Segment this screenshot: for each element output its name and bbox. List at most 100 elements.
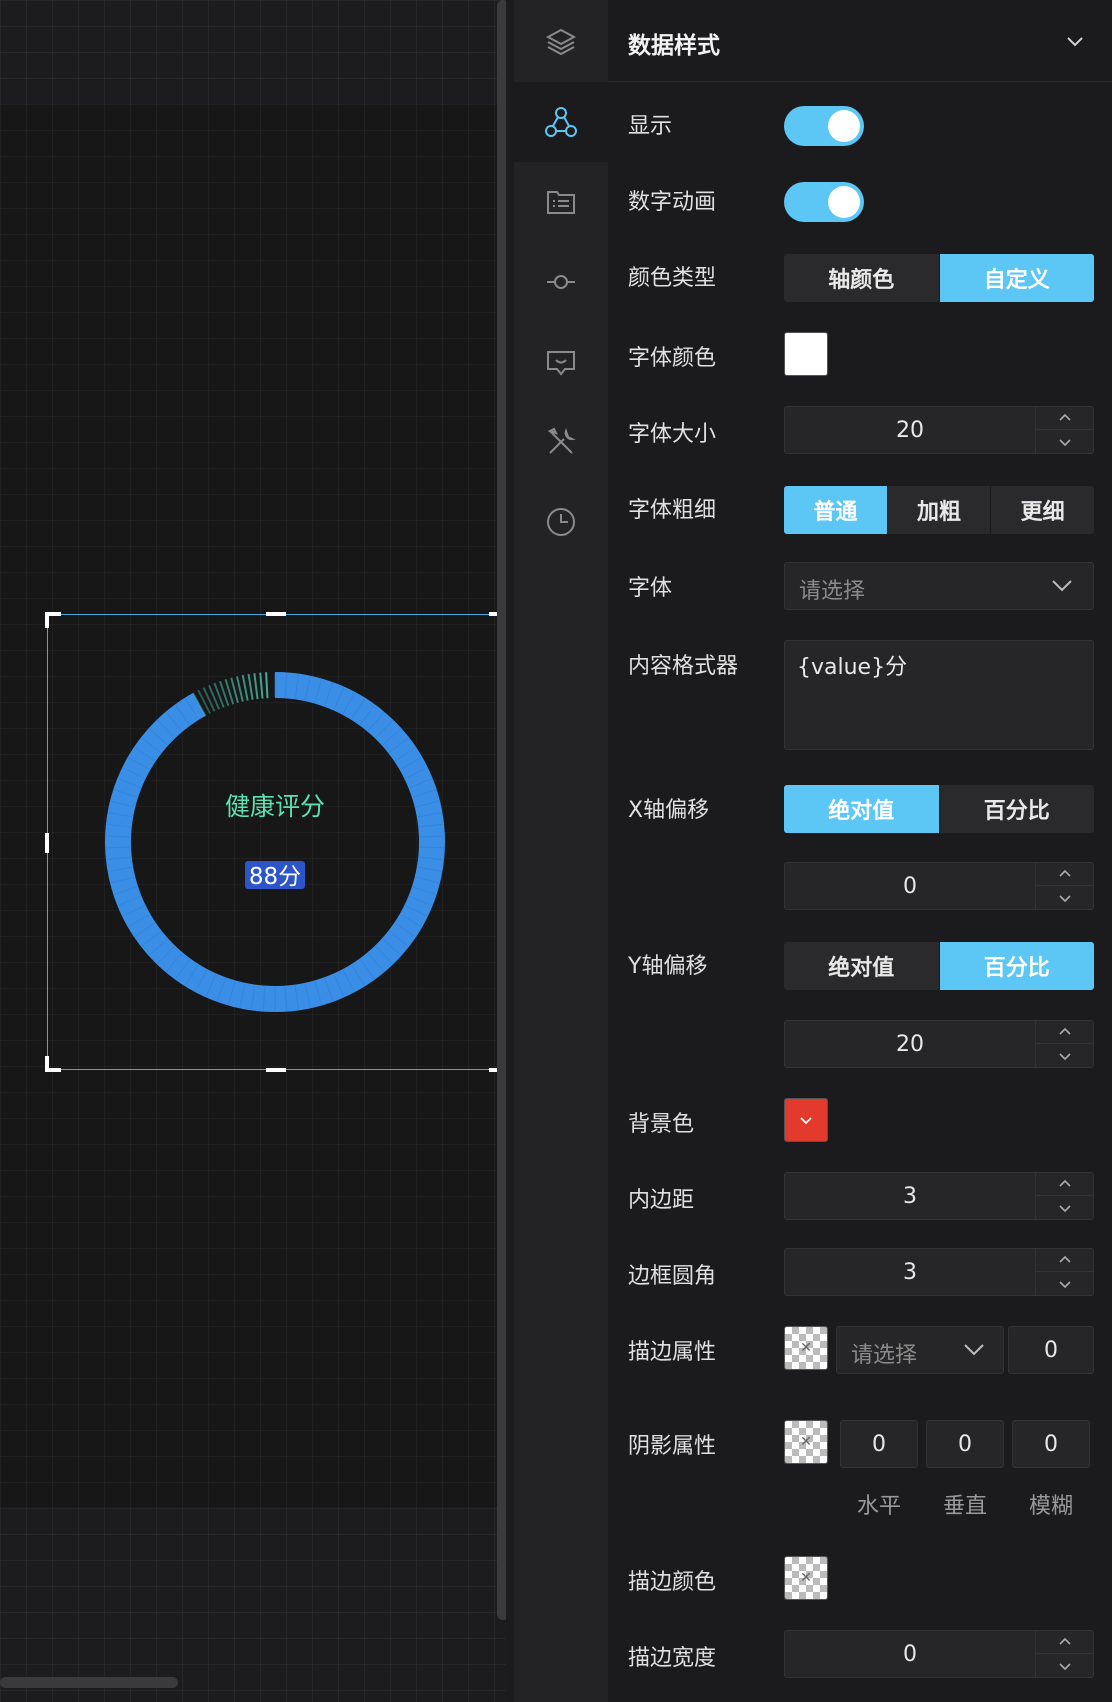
y-offset-input[interactable]: 20 <box>784 1020 1094 1068</box>
shadow-vertical-caption: 垂直 <box>942 1494 987 1519</box>
formatter-textarea[interactable]: {value}分 <box>784 640 1094 750</box>
tooltip-icon <box>547 351 575 376</box>
sidebar-item-axis[interactable] <box>514 242 608 322</box>
color-type-custom-option[interactable]: 自定义 <box>939 254 1094 302</box>
font-weight-lighter-option[interactable]: 更细 <box>991 486 1094 534</box>
border-radius-stepper <box>1035 1249 1094 1295</box>
x-offset-absolute-option[interactable]: 绝对值 <box>784 785 940 833</box>
font-size-value[interactable]: 20 <box>785 407 1035 453</box>
chevron-down-icon <box>1059 1280 1071 1288</box>
resize-handle-bottom-left[interactable] <box>45 1056 61 1072</box>
x-offset-value[interactable]: 0 <box>785 863 1035 909</box>
stroke-label: 描边属性 <box>628 1340 717 1365</box>
chevron-up-icon <box>1059 413 1071 421</box>
chevron-down-icon <box>1052 580 1072 592</box>
chevron-up-icon <box>1059 869 1071 877</box>
show-toggle[interactable] <box>784 106 864 146</box>
close-icon: ✕ <box>800 1570 812 1586</box>
stepper-up[interactable] <box>1036 1021 1094 1044</box>
shadow-horizontal-caption: 水平 <box>856 1494 901 1519</box>
sidebar-item-data-style[interactable] <box>514 82 608 162</box>
background-color-label: 背景色 <box>628 1112 695 1137</box>
font-size-label: 字体大小 <box>628 422 717 447</box>
resize-handle-left[interactable] <box>45 833 49 853</box>
shadow-blur-caption: 模糊 <box>1028 1494 1073 1519</box>
color-type-axis-option[interactable]: 轴颜色 <box>784 254 940 302</box>
toggle-knob <box>828 110 860 142</box>
y-offset-value[interactable]: 20 <box>785 1021 1035 1067</box>
color-type-segmented: 轴颜色 自定义 <box>784 254 1094 302</box>
shadow-color-swatch[interactable]: ✕ <box>784 1420 828 1464</box>
chevron-up-icon <box>1059 1179 1071 1187</box>
border-radius-value[interactable]: 3 <box>785 1249 1035 1295</box>
stepper-down[interactable] <box>1036 886 1094 909</box>
stepper-down[interactable] <box>1036 1272 1094 1295</box>
stepper-down[interactable] <box>1036 1044 1094 1067</box>
chevron-up-icon <box>1059 1255 1071 1263</box>
stepper-down[interactable] <box>1036 1654 1094 1677</box>
stepper-down[interactable] <box>1036 1196 1094 1219</box>
resize-handle-bottom[interactable] <box>266 1068 286 1072</box>
shadow-vertical-input[interactable]: 0 <box>926 1420 1004 1468</box>
clock-icon <box>547 508 575 536</box>
background-color-swatch[interactable] <box>784 1098 828 1142</box>
sidebar-item-layers[interactable] <box>514 2 608 82</box>
editor-canvas[interactable]: 健康评分 88分 <box>0 0 506 1702</box>
stroke-width-input[interactable]: 0 <box>784 1630 1094 1678</box>
data-nodes-icon <box>545 107 577 137</box>
font-color-swatch[interactable] <box>784 332 828 376</box>
font-weight-bold-option[interactable]: 加粗 <box>888 486 992 534</box>
font-weight-normal-option[interactable]: 普通 <box>784 486 888 534</box>
stroke-type-placeholder: 请选择 <box>851 1343 918 1368</box>
stepper-up[interactable] <box>1036 863 1094 886</box>
selection-frame[interactable] <box>45 612 505 1072</box>
resize-handle-top[interactable] <box>266 612 286 616</box>
shadow-horizontal-input[interactable]: 0 <box>840 1420 918 1468</box>
vertical-scrollbar[interactable] <box>497 0 506 1620</box>
stepper-up[interactable] <box>1036 407 1094 430</box>
padding-stepper <box>1035 1173 1094 1219</box>
sidebar-item-list[interactable] <box>514 162 608 242</box>
sidebar-item-history[interactable] <box>514 482 608 562</box>
sidebar-item-tooltip[interactable] <box>514 322 608 402</box>
padding-input[interactable]: 3 <box>784 1172 1094 1220</box>
border-radius-label: 边框圆角 <box>628 1264 717 1289</box>
font-weight-segmented: 普通 加粗 更细 <box>784 486 1094 534</box>
number-animation-label: 数字动画 <box>628 190 717 215</box>
y-offset-label: Y轴偏移 <box>628 954 708 979</box>
chevron-down-icon <box>1059 1052 1071 1060</box>
stroke-value-input[interactable]: 0 <box>1008 1326 1094 1374</box>
stroke-width-value[interactable]: 0 <box>785 1631 1035 1677</box>
chevron-down-icon <box>800 1117 812 1125</box>
chevron-down-icon <box>1059 1662 1071 1670</box>
sidebar-item-tools[interactable] <box>514 402 608 482</box>
panel-header[interactable]: 数据样式 <box>608 0 1112 82</box>
shadow-blur-input[interactable]: 0 <box>1012 1420 1090 1468</box>
stepper-up[interactable] <box>1036 1631 1094 1654</box>
border-radius-input[interactable]: 3 <box>784 1248 1094 1296</box>
horizontal-scrollbar[interactable] <box>0 1677 178 1688</box>
font-family-select[interactable]: 请选择 <box>784 562 1094 610</box>
x-offset-percent-option[interactable]: 百分比 <box>940 785 1095 833</box>
stepper-up[interactable] <box>1036 1173 1094 1196</box>
y-offset-segmented: 绝对值 百分比 <box>784 942 1094 990</box>
number-animation-toggle[interactable] <box>784 182 864 222</box>
list-icon <box>547 191 575 214</box>
x-offset-segmented: 绝对值 百分比 <box>784 785 1094 833</box>
stepper-up[interactable] <box>1036 1249 1094 1272</box>
stepper-down[interactable] <box>1036 430 1094 453</box>
stroke-type-select[interactable]: 请选择 <box>836 1326 1004 1374</box>
chevron-down-icon[interactable] <box>1064 30 1086 52</box>
close-icon: ✕ <box>800 1340 812 1356</box>
data-style-panel: 数据样式 显示 数字动画 颜色类型 轴颜色 自定义 字体颜色 字体大小 20 字… <box>608 0 1112 1702</box>
formatter-label: 内容格式器 <box>628 654 739 679</box>
stroke-color-picker[interactable]: ✕ <box>784 1556 828 1600</box>
x-offset-input[interactable]: 0 <box>784 862 1094 910</box>
chevron-down-icon <box>964 1344 984 1356</box>
padding-value[interactable]: 3 <box>785 1173 1035 1219</box>
stroke-color-swatch[interactable]: ✕ <box>784 1326 828 1370</box>
y-offset-percent-option[interactable]: 百分比 <box>939 942 1094 990</box>
y-offset-absolute-option[interactable]: 绝对值 <box>784 942 940 990</box>
resize-handle-top-left[interactable] <box>45 612 61 628</box>
font-size-input[interactable]: 20 <box>784 406 1094 454</box>
